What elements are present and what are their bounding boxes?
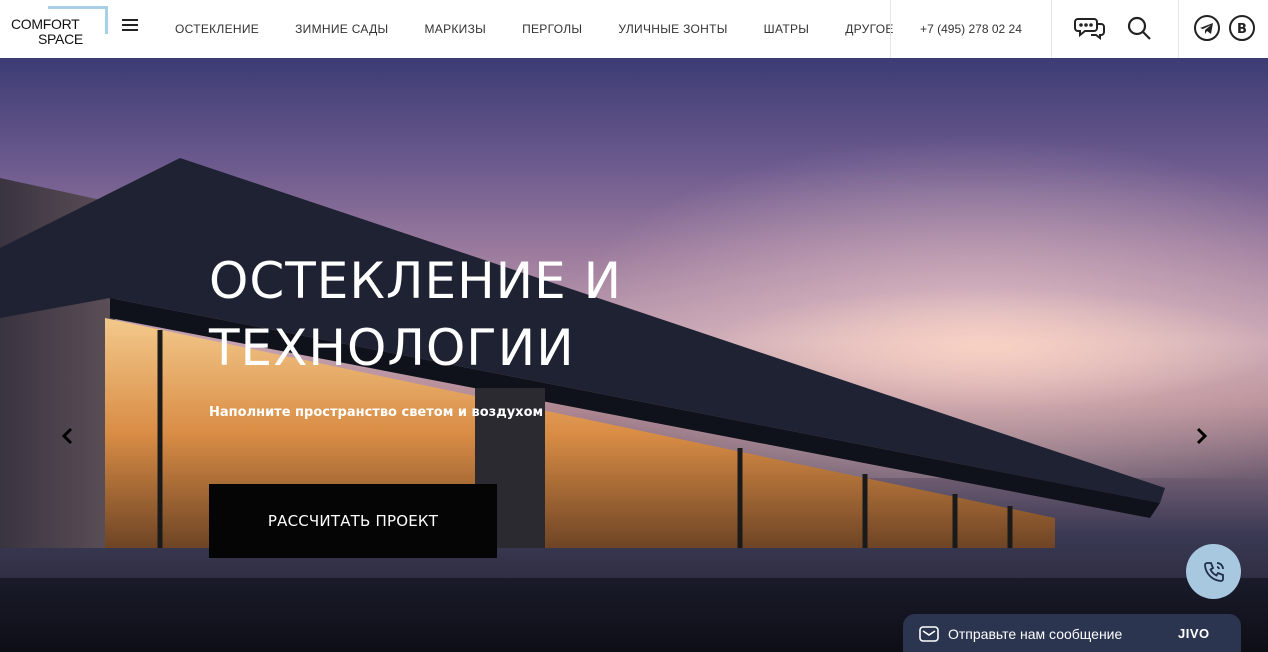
hero-title: ОСТЕКЛЕНИЕ И ТЕХНОЛОГИИ (209, 248, 622, 382)
nav-item-umbrellas[interactable]: УЛИЧНЫЕ ЗОНТЫ (618, 22, 727, 36)
nav-item-pergolas[interactable]: ПЕРГОЛЫ (522, 22, 582, 36)
prev-slide-icon[interactable] (58, 424, 78, 448)
logo-line-2: SPACE (38, 31, 83, 47)
logo-line-1: COMFORT (11, 16, 82, 32)
hero-subtitle: Наполните пространство светом и воздухом (209, 405, 544, 420)
nav-item-other[interactable]: ДРУГОЕ (845, 22, 893, 36)
brand-logo[interactable]: COMFORT SPACE (10, 6, 108, 50)
hero-title-line-2: ТЕХНОЛОГИИ (209, 319, 575, 377)
telegram-icon[interactable] (1190, 11, 1224, 45)
chat-widget-message: Отправьте нам сообщение (948, 626, 1123, 642)
hero-title-line-1: ОСТЕКЛЕНИЕ И (209, 252, 622, 310)
hero-slider: ОСТЕКЛЕНИЕ И ТЕХНОЛОГИИ Наполните простр… (0, 58, 1268, 652)
envelope-icon (919, 626, 939, 642)
phone-number[interactable]: +7 (495) 278 02 24 (890, 0, 1052, 58)
site-header: COMFORT SPACE ОСТЕКЛЕНИЕ ЗИМНИЕ САДЫ МАР… (0, 0, 1268, 58)
nav-item-glazing[interactable]: ОСТЕКЛЕНИЕ (175, 22, 259, 36)
callback-button[interactable] (1186, 544, 1241, 599)
chat-widget[interactable]: Отправьте нам сообщение JIVO (903, 614, 1241, 652)
nav-item-winter-gardens[interactable]: ЗИМНИЕ САДЫ (295, 22, 388, 36)
header-divider (1178, 0, 1179, 58)
svg-text:В: В (1237, 22, 1247, 37)
phone-icon (1203, 561, 1224, 582)
next-slide-icon[interactable] (1191, 424, 1211, 448)
search-icon[interactable] (1122, 11, 1156, 45)
nav-item-awnings[interactable]: МАРКИЗЫ (424, 22, 486, 36)
nav-item-tents[interactable]: ШАТРЫ (764, 22, 810, 36)
main-nav: ОСТЕКЛЕНИЕ ЗИМНИЕ САДЫ МАРКИЗЫ ПЕРГОЛЫ У… (175, 0, 930, 58)
chat-widget-brand: JIVO (1178, 626, 1210, 641)
vk-icon[interactable]: В (1225, 11, 1259, 45)
chat-icon[interactable] (1073, 11, 1107, 45)
calculate-project-button[interactable]: РАССЧИТАТЬ ПРОЕКТ (209, 484, 497, 558)
menu-icon[interactable] (122, 19, 138, 33)
